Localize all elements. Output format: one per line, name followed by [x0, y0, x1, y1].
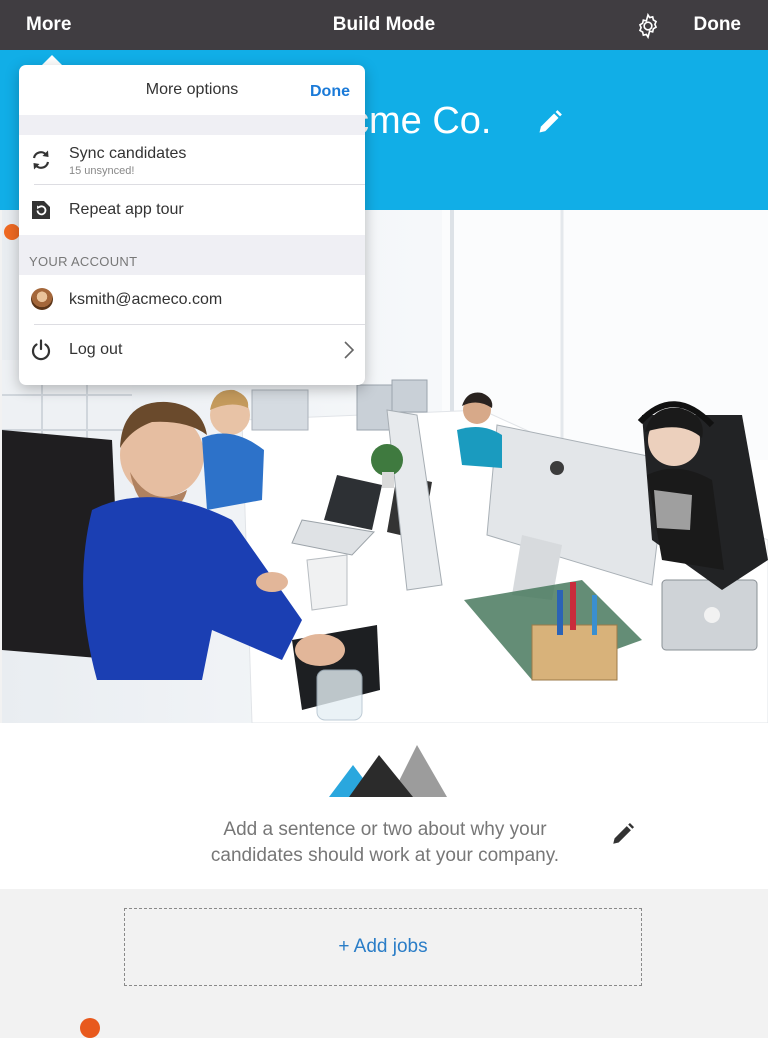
about-section: Add a sentence or two about why your can…: [0, 723, 768, 889]
sync-candidates-label: Sync candidates: [69, 145, 187, 162]
pencil-icon[interactable]: [610, 821, 636, 847]
unsynced-count: 15 unsynced!: [69, 165, 135, 177]
popover-header: More options Done: [19, 65, 365, 115]
company-logo-mountains: [329, 745, 447, 797]
repeat-app-tour-item[interactable]: Repeat app tour: [19, 185, 365, 235]
more-button[interactable]: More: [26, 14, 71, 36]
done-button[interactable]: Done: [694, 14, 742, 36]
about-text[interactable]: Add a sentence or two about why your can…: [185, 817, 585, 869]
sync-icon: [32, 150, 50, 170]
tour-icon: [32, 201, 50, 219]
pencil-icon[interactable]: [536, 108, 564, 136]
account-email: ksmith@acmeco.com: [69, 291, 223, 308]
orange-marker: [80, 1018, 100, 1038]
more-options-popover: More options Done Sync candidates 15 uns…: [19, 65, 365, 385]
log-out-label: Log out: [69, 341, 123, 358]
company-name: cme Co.: [350, 100, 492, 142]
gear-icon[interactable]: [634, 12, 662, 40]
repeat-app-tour-label: Repeat app tour: [69, 201, 184, 218]
power-icon: [31, 339, 51, 361]
popover-done-button[interactable]: Done: [310, 83, 350, 101]
avatar: [31, 288, 53, 310]
sync-candidates-item[interactable]: Sync candidates 15 unsynced!: [19, 135, 365, 185]
add-jobs-button[interactable]: + Add jobs: [124, 908, 642, 986]
account-email-item[interactable]: ksmith@acmeco.com: [19, 275, 365, 325]
section-gap: [19, 115, 365, 135]
chevron-right-icon: [344, 341, 355, 359]
top-nav-bar: More Build Mode Done: [0, 0, 768, 50]
your-account-heading: YOUR ACCOUNT: [29, 254, 138, 269]
log-out-item[interactable]: Log out: [19, 325, 365, 375]
